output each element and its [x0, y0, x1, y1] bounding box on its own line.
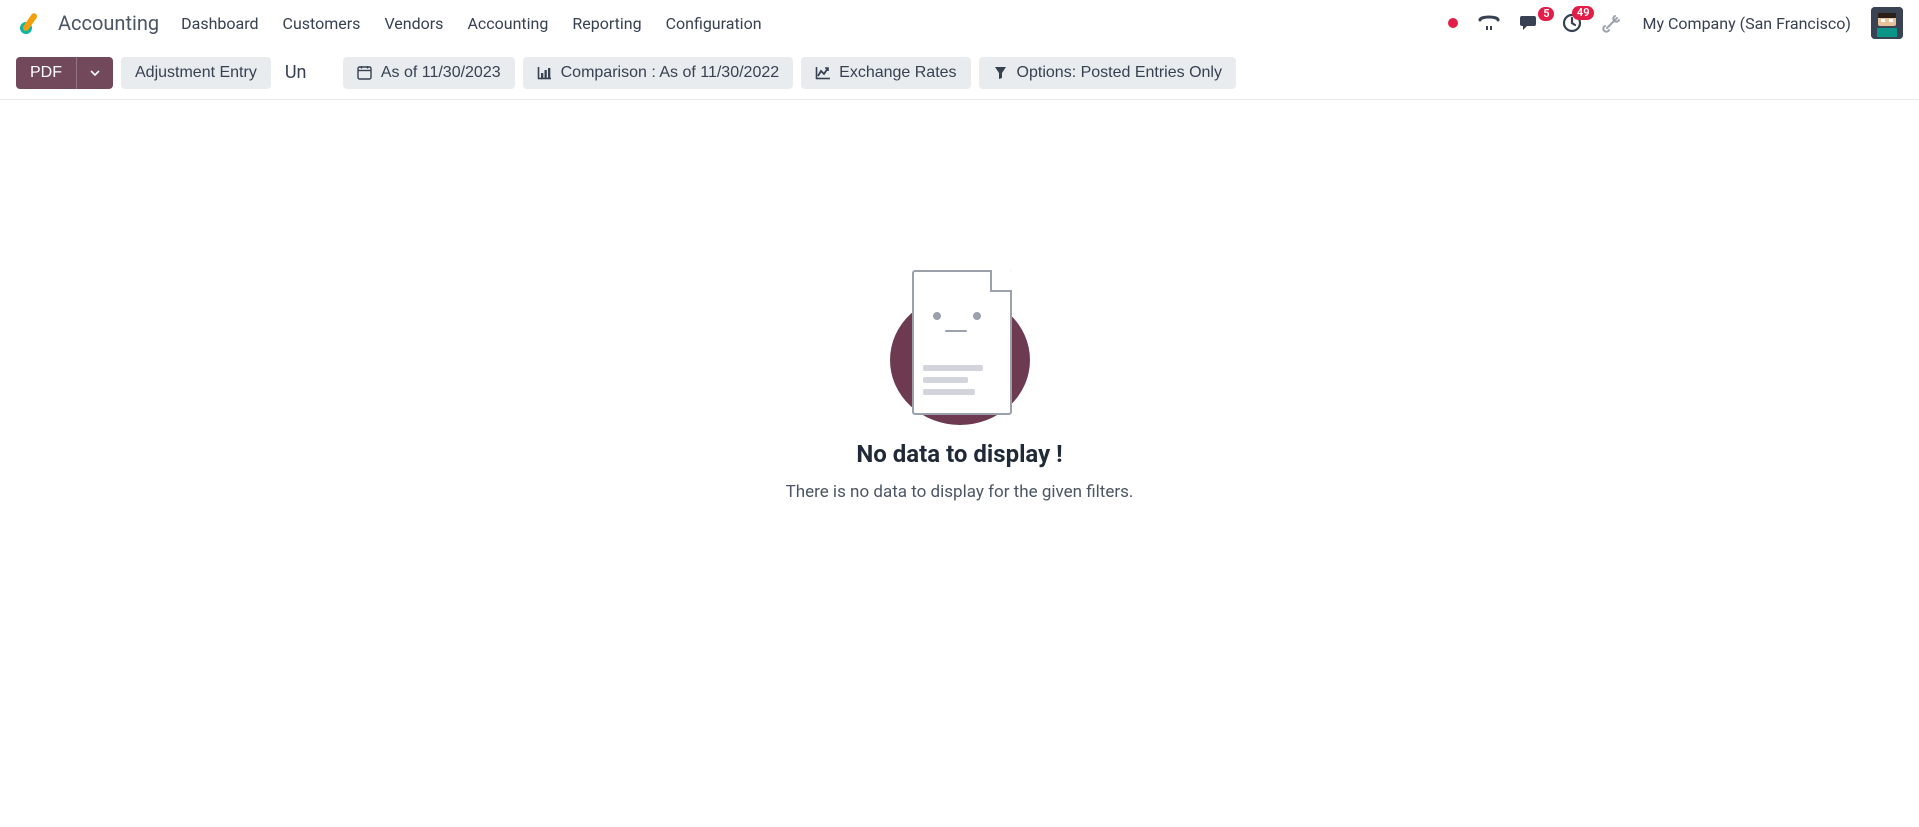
- pdf-button-label: PDF: [30, 64, 62, 82]
- nav-reporting[interactable]: Reporting: [572, 14, 641, 33]
- phone-icon[interactable]: [1478, 14, 1500, 32]
- line-chart-icon: [815, 65, 831, 81]
- nav-items: Dashboard Customers Vendors Accounting R…: [181, 14, 1448, 33]
- tools-icon[interactable]: [1602, 13, 1622, 33]
- filter-icon: [993, 65, 1009, 81]
- pdf-dropdown-toggle[interactable]: [76, 57, 113, 89]
- nav-customers[interactable]: Customers: [283, 14, 361, 33]
- activities-badge: 49: [1572, 6, 1595, 20]
- messages-badge: 5: [1538, 7, 1554, 21]
- nav-accounting[interactable]: Accounting: [467, 14, 548, 33]
- date-filter-label: As of 11/30/2023: [381, 64, 501, 82]
- systray: 5 49 My Company (San Francisco): [1448, 7, 1903, 39]
- company-switcher[interactable]: My Company (San Francisco): [1642, 14, 1851, 33]
- options-button[interactable]: Options: Posted Entries Only: [979, 57, 1236, 89]
- exchange-rates-label: Exchange Rates: [839, 64, 956, 82]
- activities-icon[interactable]: 49: [1562, 13, 1582, 33]
- adjustment-entry-label: Adjustment Entry: [135, 64, 257, 82]
- app-logo-icon[interactable]: [16, 9, 44, 37]
- empty-state-title: No data to display !: [856, 440, 1062, 468]
- comparison-label: Comparison : As of 11/30/2022: [561, 64, 780, 82]
- pdf-button-group: PDF: [16, 57, 113, 89]
- calendar-icon: [357, 65, 373, 81]
- truncated-label: Un: [285, 62, 315, 83]
- main-nav: Accounting Dashboard Customers Vendors A…: [0, 0, 1919, 46]
- nav-dashboard[interactable]: Dashboard: [181, 14, 258, 33]
- comparison-button[interactable]: Comparison : As of 11/30/2022: [523, 57, 794, 89]
- caret-down-icon: [87, 65, 103, 81]
- nav-vendors[interactable]: Vendors: [384, 14, 443, 33]
- empty-state: No data to display ! There is no data to…: [0, 100, 1919, 502]
- bar-chart-icon: [537, 65, 553, 81]
- empty-state-subtitle: There is no data to display for the give…: [786, 482, 1134, 502]
- options-label: Options: Posted Entries Only: [1017, 64, 1222, 82]
- user-avatar[interactable]: [1871, 7, 1903, 39]
- exchange-rates-button[interactable]: Exchange Rates: [801, 57, 970, 89]
- status-dot-icon[interactable]: [1448, 18, 1458, 28]
- date-filter-button[interactable]: As of 11/30/2023: [343, 57, 515, 89]
- empty-state-icon: [885, 270, 1035, 420]
- adjustment-entry-button[interactable]: Adjustment Entry: [121, 57, 271, 89]
- pdf-button[interactable]: PDF: [16, 57, 76, 89]
- report-control-panel: PDF Adjustment Entry Un As of 11/30/2023…: [0, 46, 1919, 100]
- app-title[interactable]: Accounting: [58, 11, 159, 35]
- nav-configuration[interactable]: Configuration: [666, 14, 762, 33]
- messages-icon[interactable]: 5: [1520, 14, 1542, 32]
